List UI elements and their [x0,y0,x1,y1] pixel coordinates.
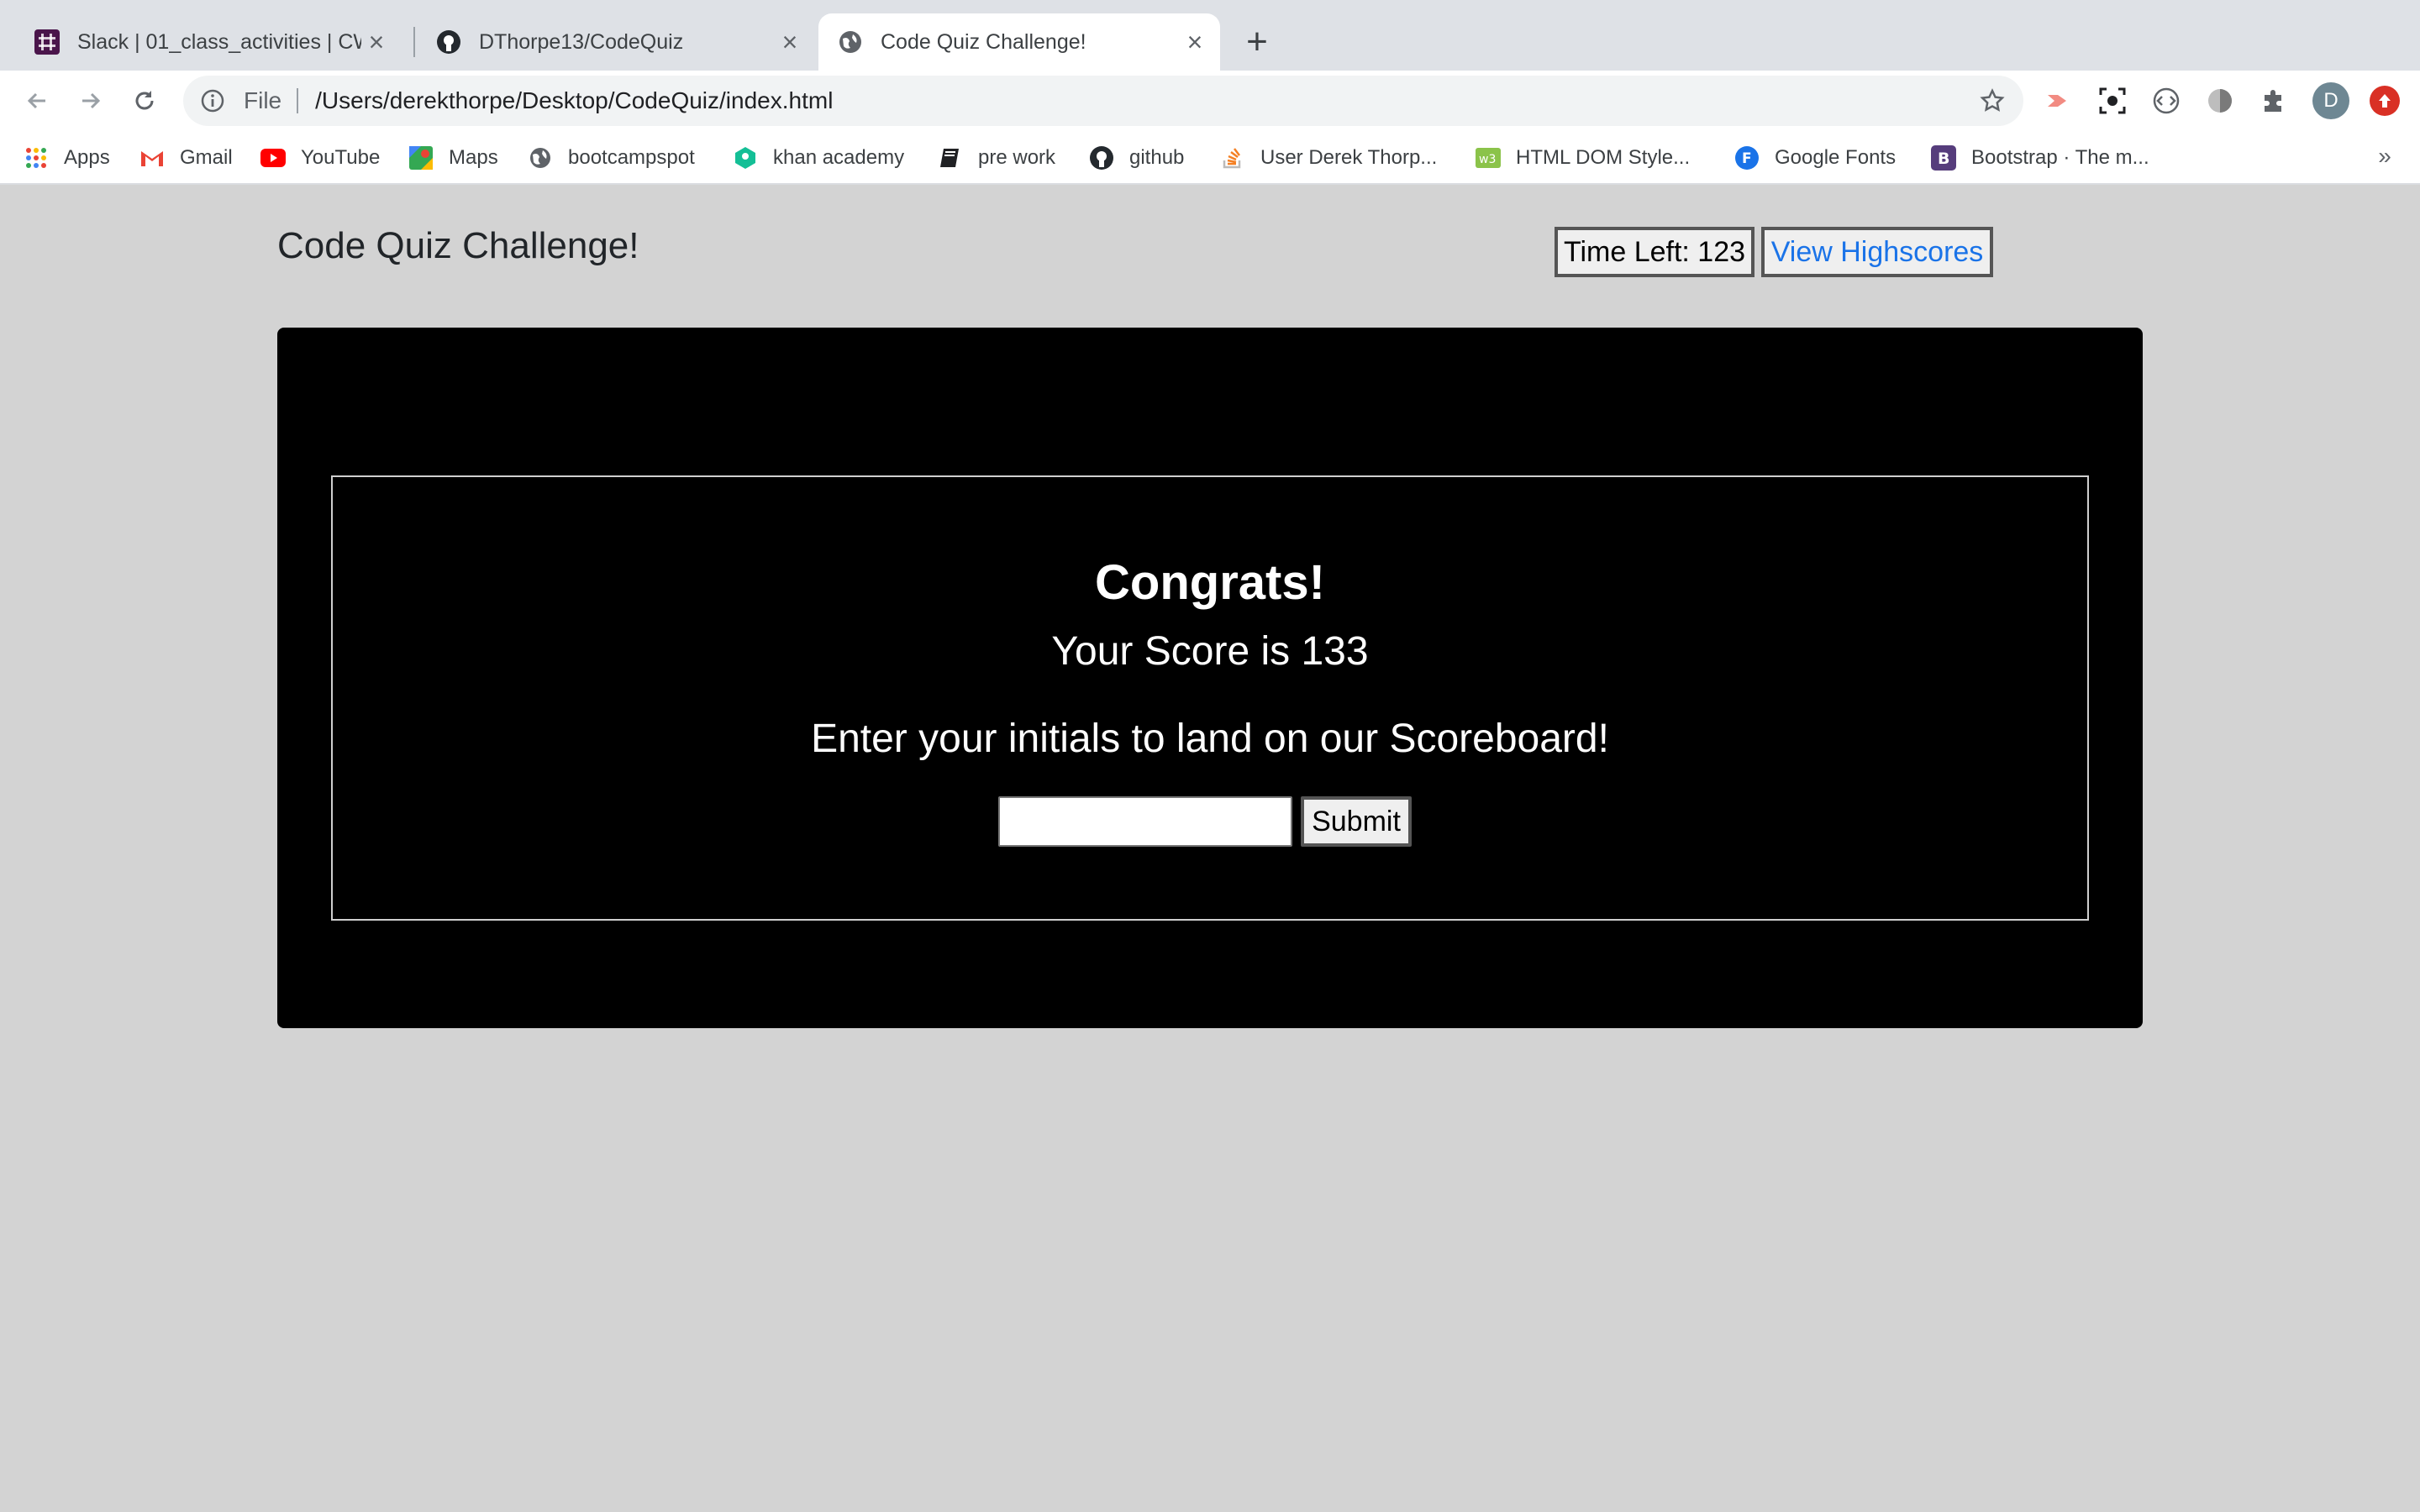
info-icon[interactable] [200,88,225,113]
bootstrap-icon: B [1931,145,1956,171]
quiz-card: Congrats! Your Score is 133 Enter your i… [277,328,2143,1028]
forward-button[interactable] [72,82,109,119]
update-icon[interactable] [2370,86,2400,116]
bookmark-label: pre work [978,146,1056,169]
globe-icon [528,145,553,171]
reload-icon [135,91,154,110]
bookmark-label: Gmail [180,146,233,169]
github-icon [1089,145,1114,171]
reload-button[interactable] [126,82,163,119]
bookmark-khan-academy[interactable]: khan academy [733,143,904,173]
initials-prompt: Enter your initials to land on our Score… [811,717,1609,761]
view-highscores-link[interactable]: View Highscores [1761,227,1993,277]
bookmark-label: HTML DOM Style... [1516,146,1691,169]
result-panel: Congrats! Your Score is 133 Enter your i… [331,475,2089,921]
back-button[interactable] [18,82,55,119]
bookmark-label: Apps [64,146,110,169]
bookmark-bootcampspot[interactable]: bootcampspot [528,143,695,173]
new-tab-button[interactable]: + [1239,24,1276,60]
github-icon [435,29,462,55]
maps-icon [408,145,434,171]
bookmark-pre-work[interactable]: pre work [938,143,1055,173]
bookmark-html-dom-style[interactable]: w3 HTML DOM Style... [1476,143,1690,173]
bookmark-stackoverflow[interactable]: User Derek Thorp... [1220,143,1437,173]
submit-button[interactable]: Submit [1301,796,1412,847]
svg-text:B: B [1938,150,1949,168]
book-icon [938,145,963,171]
initials-input[interactable] [998,796,1292,847]
bookmark-label: Google Fonts [1775,146,1897,169]
stackoverflow-icon [1220,145,1245,171]
w3schools-icon: w3 [1476,145,1501,171]
tab-code-quiz[interactable]: Code Quiz Challenge! × [818,13,1220,71]
bookmark-google-fonts[interactable]: F Google Fonts [1734,143,1896,173]
bookmarks-bar: Apps Gmail YouTube Maps bootcampspot kha… [0,131,2420,185]
tab-github[interactable]: DThorpe13/CodeQuiz × [417,13,815,71]
svg-text:w3: w3 [1479,153,1496,166]
back-arrow-icon [27,92,45,109]
theme-extension-icon[interactable] [2205,86,2235,116]
code-extension-icon[interactable] [2151,86,2181,116]
svg-text:F: F [1742,150,1752,167]
tab-title: DThorpe13/CodeQuiz [479,29,684,54]
globe-icon [837,29,864,55]
bookmark-bootstrap[interactable]: B Bootstrap · The m... [1931,143,2149,173]
browser-toolbar: File /Users/derekthorpe/Desktop/CodeQuiz… [0,71,2420,131]
bookmark-apps[interactable]: Apps [24,143,110,173]
bookmark-label: YouTube [301,146,381,169]
extension-arrow-icon[interactable] [2044,86,2074,116]
slack-icon [34,29,60,55]
google-fonts-icon: F [1734,145,1760,171]
bookmark-label: khan academy [773,146,905,169]
bookmark-label: Maps [449,146,498,169]
bookmark-label: Bootstrap · The m... [1971,146,2149,169]
extensions-puzzle-icon[interactable] [2259,86,2289,116]
apps-grid-icon [24,145,49,171]
url-divider [297,88,299,113]
close-icon[interactable]: × [775,27,805,57]
bookmarks-overflow-button[interactable]: » [2371,138,2398,175]
youtube-icon [260,145,286,171]
score-text: Your Score is 133 [1051,629,1369,674]
bookmark-label: github [1129,146,1185,169]
gmail-icon [139,145,165,171]
forward-arrow-icon [82,92,101,109]
bookmark-youtube[interactable]: YouTube [260,143,380,173]
khan-academy-icon [733,145,758,171]
page-title: Code Quiz Challenge! [277,225,639,266]
bookmark-github[interactable]: github [1089,143,1184,173]
close-icon[interactable]: × [1180,27,1210,57]
time-left-display: Time Left: 123 [1555,227,1754,277]
tab-title: Slack | 01_class_activities | CW [77,29,361,54]
bookmark-label: User Derek Thorp... [1260,146,1438,169]
tab-divider [413,27,415,57]
bookmark-maps[interactable]: Maps [408,143,498,173]
congrats-heading: Congrats! [1095,555,1325,610]
close-icon[interactable]: × [361,27,392,57]
address-bar[interactable]: File /Users/derekthorpe/Desktop/CodeQuiz… [183,76,2023,126]
profile-avatar[interactable]: D [2312,82,2349,119]
url-scheme: File [244,87,282,113]
url-text[interactable]: /Users/derekthorpe/Desktop/CodeQuiz/inde… [315,87,833,114]
bookmark-label: bootcampspot [568,146,695,169]
tab-slack[interactable]: Slack | 01_class_activities | CW × [15,13,402,71]
tab-title: Code Quiz Challenge! [881,29,1086,54]
bookmark-star-icon[interactable] [1978,87,2007,115]
screenshot-extension-icon[interactable] [2097,86,2128,116]
bookmark-gmail[interactable]: Gmail [139,143,233,173]
browser-tab-strip: Slack | 01_class_activities | CW × DThor… [0,0,2420,71]
